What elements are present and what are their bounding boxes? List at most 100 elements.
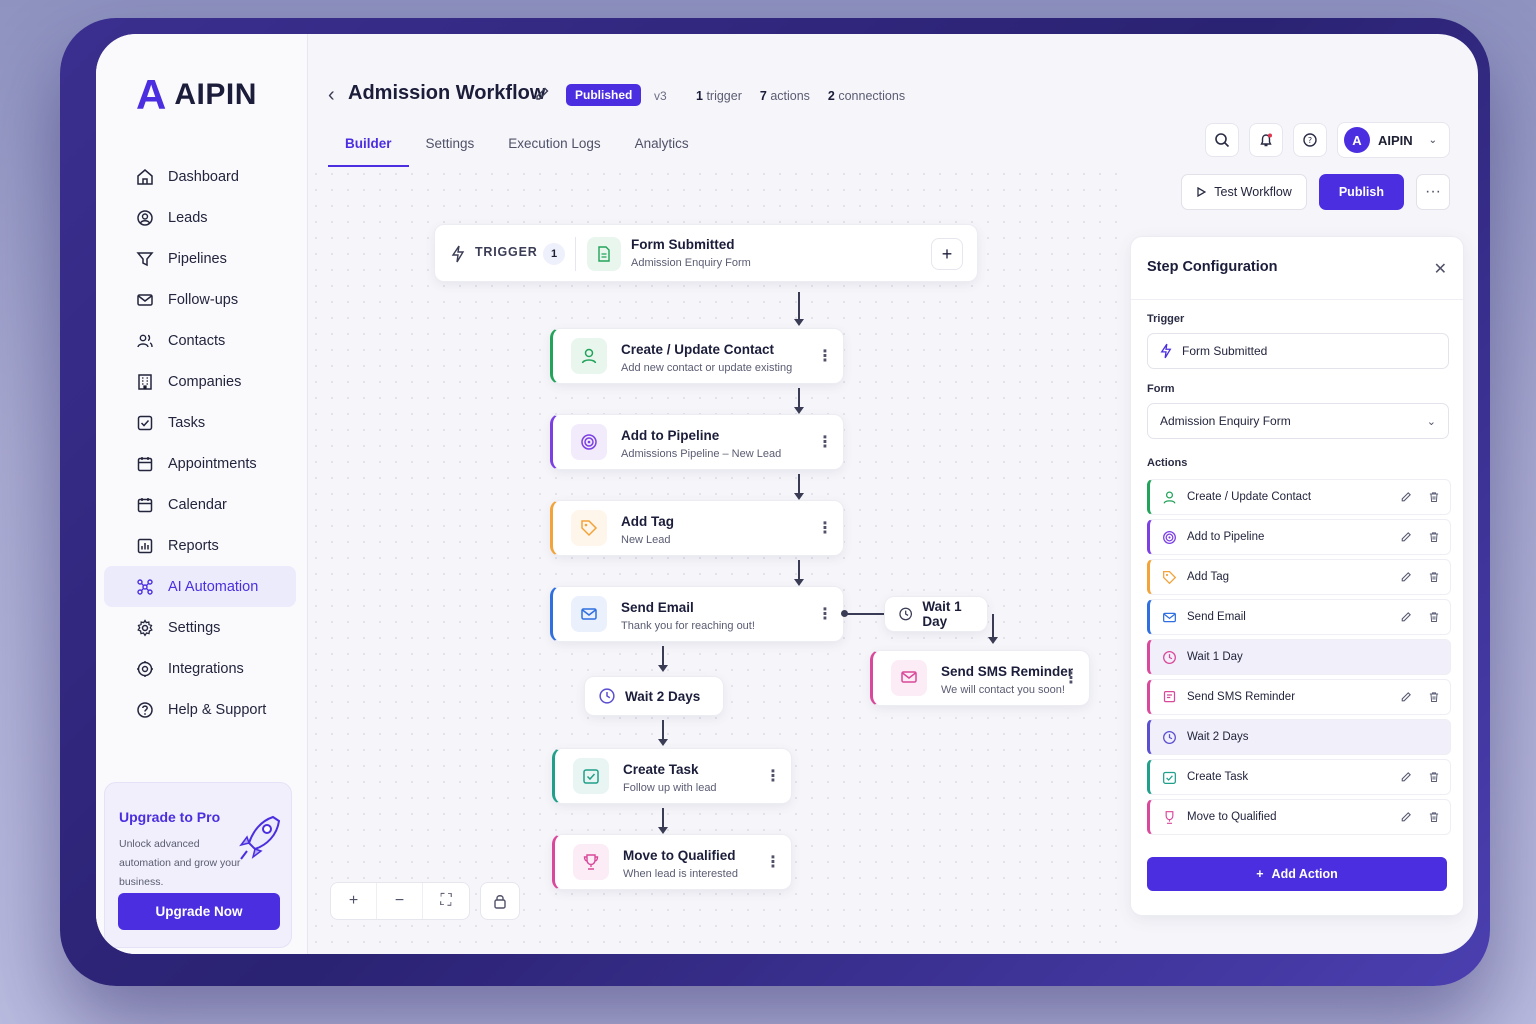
sidebar-item-leads[interactable]: Leads: [104, 197, 296, 238]
trash-icon[interactable]: [1428, 771, 1440, 783]
trigger-select[interactable]: Form Submitted: [1147, 333, 1449, 369]
plug-icon: [136, 660, 154, 678]
action-tools: [1400, 531, 1440, 543]
action-row-move-to-qualified[interactable]: Move to Qualified: [1147, 799, 1451, 835]
action-label: Wait 1 Day: [1187, 651, 1243, 663]
kebab-menu-icon[interactable]: ⋮: [817, 432, 833, 452]
node-title: Add Tag: [621, 514, 674, 529]
chevron-down-icon: ⌄: [1428, 134, 1437, 146]
lock-icon[interactable]: [480, 882, 520, 920]
node-add-tag[interactable]: Add Tag New Lead ⋮: [550, 500, 844, 556]
node-subtitle: Thank you for reaching out!: [621, 620, 755, 632]
pencil-icon[interactable]: [1400, 771, 1412, 783]
sidebar-item-tasks[interactable]: Tasks: [104, 402, 296, 443]
tab-analytics[interactable]: Analytics: [618, 126, 706, 167]
action-row-send-sms-reminder[interactable]: Send SMS Reminder: [1147, 679, 1451, 715]
sidebar-item-reports[interactable]: Reports: [104, 525, 296, 566]
action-row-create-update-contact[interactable]: Create / Update Contact: [1147, 479, 1451, 515]
trophy-icon: [1162, 810, 1177, 825]
form-select[interactable]: Admission Enquiry Form ⌄: [1147, 403, 1449, 439]
pencil-icon[interactable]: [1400, 811, 1412, 823]
users-icon: [136, 332, 154, 350]
node-send-sms-reminder[interactable]: Send SMS Reminder We will contact you so…: [870, 650, 1090, 706]
kebab-menu-icon[interactable]: ⋮: [817, 346, 833, 366]
pencil-icon[interactable]: [534, 86, 550, 102]
sidebar-item-appointments[interactable]: Appointments: [104, 443, 296, 484]
upgrade-now-button[interactable]: Upgrade Now: [118, 893, 280, 930]
sidebar-item-settings[interactable]: Settings: [104, 607, 296, 648]
pencil-icon[interactable]: [1400, 611, 1412, 623]
divider: [575, 237, 576, 271]
trash-icon[interactable]: [1428, 611, 1440, 623]
kebab-menu-icon[interactable]: ⋮: [1063, 668, 1079, 688]
zoom-out-button[interactable]: −: [377, 883, 423, 919]
kebab-menu-icon[interactable]: ⋮: [817, 604, 833, 624]
workflow-stats: 1 trigger 7 actions 2 connections: [696, 89, 905, 103]
sidebar-item-integrations[interactable]: Integrations: [104, 648, 296, 689]
zoom-controls: + − ⛶: [330, 882, 470, 920]
action-row-wait-1-day[interactable]: Wait 1 Day: [1147, 639, 1451, 675]
upgrade-card: Upgrade to Pro Unlock advanced automatio…: [104, 782, 292, 948]
sidebar-item-companies[interactable]: Companies: [104, 361, 296, 402]
node-add-to-pipeline[interactable]: Add to Pipeline Admissions Pipeline – Ne…: [550, 414, 844, 470]
publish-button[interactable]: Publish: [1318, 174, 1404, 210]
checkbox-icon: [136, 414, 154, 432]
trash-icon[interactable]: [1428, 811, 1440, 823]
sidebar-item-dashboard[interactable]: Dashboard: [104, 156, 296, 197]
action-row-wait-2-days[interactable]: Wait 2 Days: [1147, 719, 1451, 755]
node-create-contact[interactable]: Create / Update Contact Add new contact …: [550, 328, 844, 384]
node-send-email[interactable]: Send Email Thank you for reaching out! ⋮: [550, 586, 844, 642]
action-label: Wait 2 Days: [1187, 731, 1249, 743]
action-tools: [1400, 771, 1440, 783]
add-action-button[interactable]: + Add Action: [1147, 857, 1447, 891]
fit-view-button[interactable]: ⛶: [423, 883, 469, 919]
kebab-menu-icon[interactable]: ⋮: [817, 518, 833, 538]
test-workflow-button[interactable]: Test Workflow: [1181, 174, 1307, 210]
sidebar-item-help-support[interactable]: Help & Support: [104, 689, 296, 730]
more-options-button[interactable]: ···: [1416, 174, 1450, 210]
trash-icon[interactable]: [1428, 571, 1440, 583]
pencil-icon[interactable]: [1400, 571, 1412, 583]
bell-icon[interactable]: [1248, 123, 1283, 157]
trash-icon[interactable]: [1428, 491, 1440, 503]
node-wait-1-day[interactable]: Wait 1 Day: [884, 596, 988, 632]
trigger-value: Form Submitted: [1182, 344, 1268, 358]
chart-icon: [136, 537, 154, 555]
back-icon[interactable]: ‹: [328, 84, 335, 107]
kebab-menu-icon[interactable]: ⋮: [765, 766, 781, 786]
sidebar-item-ai-automation[interactable]: AI Automation: [104, 566, 296, 607]
sidebar-item-contacts[interactable]: Contacts: [104, 320, 296, 361]
tab-execution-logs[interactable]: Execution Logs: [491, 126, 617, 167]
play-icon: [1197, 187, 1207, 197]
node-move-to-qualified[interactable]: Move to Qualified When lead is intereste…: [552, 834, 792, 890]
sidebar-item-follow-ups[interactable]: Follow-ups: [104, 279, 296, 320]
close-icon[interactable]: ✕: [1434, 259, 1447, 279]
node-wait-2-days[interactable]: Wait 2 Days: [584, 676, 724, 716]
sidebar-item-pipelines[interactable]: Pipelines: [104, 238, 296, 279]
trash-icon[interactable]: [1428, 531, 1440, 543]
action-row-add-tag[interactable]: Add Tag: [1147, 559, 1451, 595]
pencil-icon[interactable]: [1400, 491, 1412, 503]
add-trigger-button[interactable]: +: [931, 238, 963, 270]
pencil-icon[interactable]: [1400, 691, 1412, 703]
action-label: Create / Update Contact: [1187, 491, 1312, 503]
kebab-menu-icon[interactable]: ⋮: [765, 852, 781, 872]
help-icon[interactable]: ?: [1292, 123, 1327, 157]
workflow-canvas[interactable]: TRIGGER 1 Form Submitted Admission Enqui…: [308, 166, 1118, 954]
sidebar-item-calendar[interactable]: Calendar: [104, 484, 296, 525]
action-row-add-to-pipeline[interactable]: Add to Pipeline: [1147, 519, 1451, 555]
form-field-label: Form: [1147, 383, 1175, 395]
action-row-create-task[interactable]: Create Task: [1147, 759, 1451, 795]
tab-builder[interactable]: Builder: [328, 126, 409, 167]
logo[interactable]: A AIPIN: [136, 74, 257, 116]
trigger-node[interactable]: TRIGGER 1 Form Submitted Admission Enqui…: [434, 224, 978, 282]
node-create-task[interactable]: Create Task Follow up with lead ⋮: [552, 748, 792, 804]
trash-icon[interactable]: [1428, 691, 1440, 703]
zoom-in-button[interactable]: +: [331, 883, 377, 919]
search-icon[interactable]: [1204, 123, 1239, 157]
tab-settings[interactable]: Settings: [409, 126, 492, 167]
user-menu[interactable]: A AIPIN ⌄: [1336, 122, 1450, 158]
header-actions: Test Workflow Publish ···: [1181, 174, 1450, 210]
action-row-send-email[interactable]: Send Email: [1147, 599, 1451, 635]
pencil-icon[interactable]: [1400, 531, 1412, 543]
